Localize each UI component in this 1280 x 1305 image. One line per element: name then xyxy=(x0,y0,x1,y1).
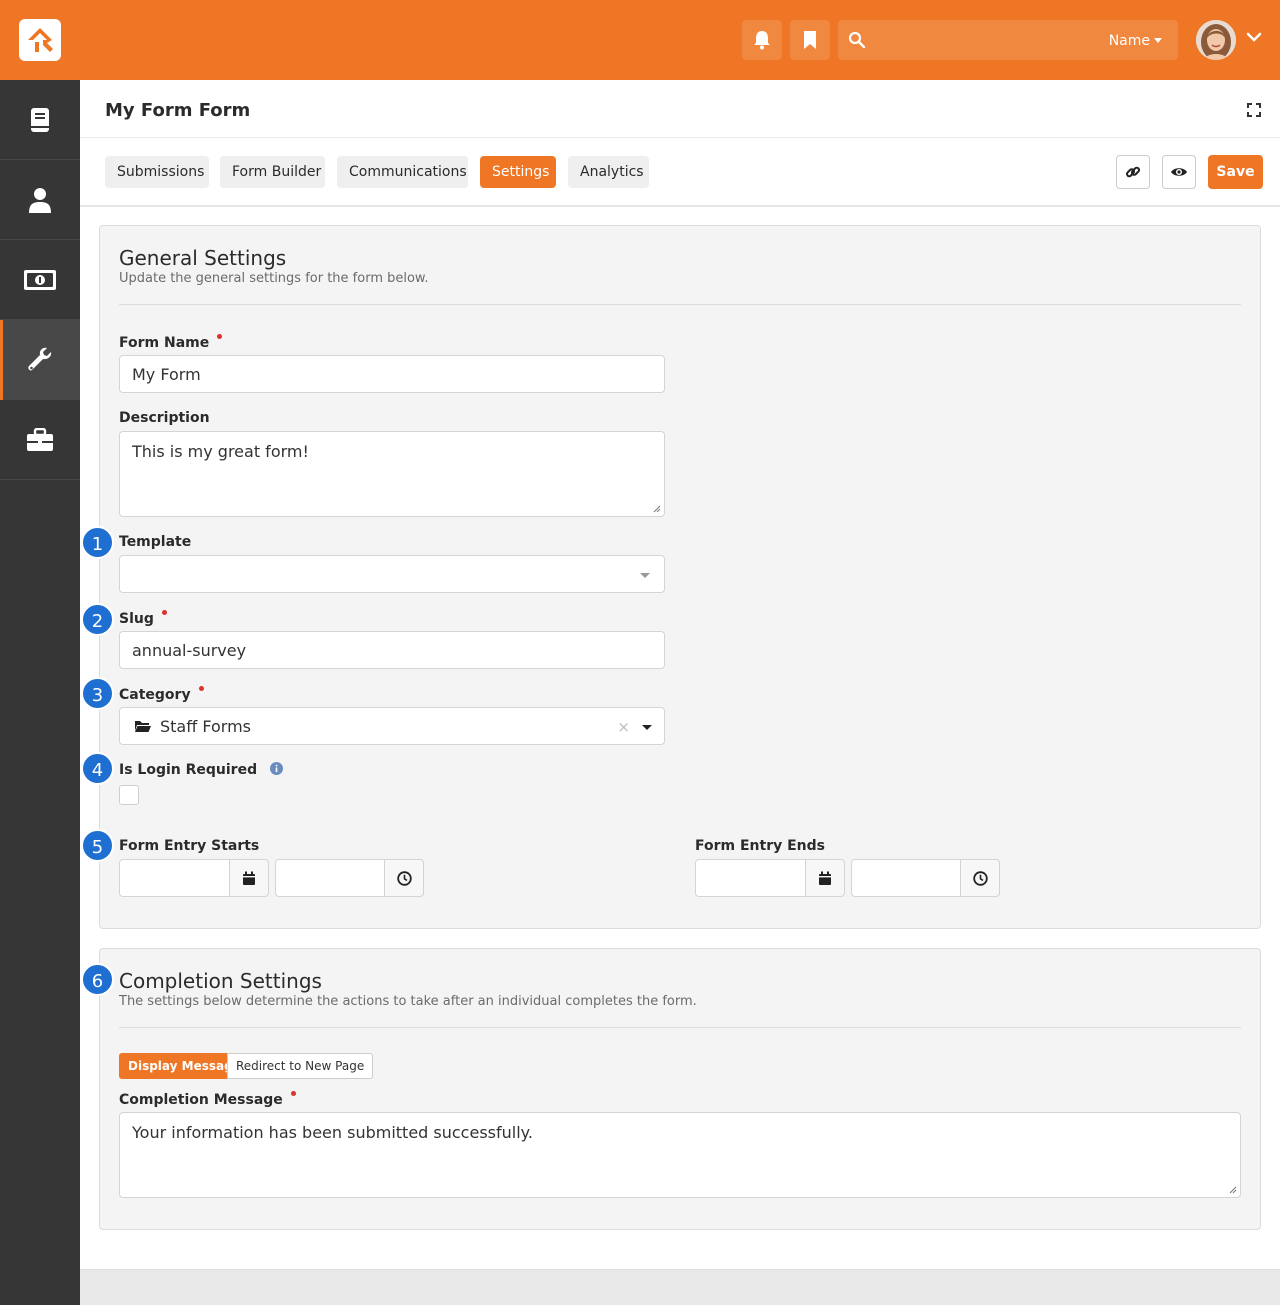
link-icon xyxy=(1125,166,1141,178)
entry-starts-date-input[interactable] xyxy=(119,859,230,897)
completion-message-label: Completion Message xyxy=(119,1091,296,1108)
person-icon xyxy=(29,187,51,213)
step-badge: 6 xyxy=(81,963,114,996)
clear-icon[interactable]: × xyxy=(617,718,630,736)
completion-settings-subtitle: The settings below determine the actions… xyxy=(119,994,697,1009)
general-settings-panel: General Settings Update the general sett… xyxy=(99,225,1261,929)
general-settings-title: General Settings xyxy=(119,246,287,270)
rock-logo-icon[interactable] xyxy=(19,19,61,61)
template-label: Template xyxy=(119,534,192,550)
required-indicator xyxy=(217,334,223,339)
calendar-icon xyxy=(243,871,255,885)
sidebar-item-admin-tools[interactable] xyxy=(0,320,80,400)
tab-analytics[interactable]: Analytics xyxy=(568,156,649,188)
sidebar-item-people[interactable] xyxy=(0,160,80,240)
form-entry-starts-label: Form Entry Starts xyxy=(119,838,260,854)
required-indicator xyxy=(198,686,204,691)
tab-submissions[interactable]: Submissions xyxy=(105,156,209,188)
slug-input[interactable]: annual-survey xyxy=(119,631,665,669)
entry-ends-time-input[interactable] xyxy=(851,859,961,897)
sidebar-item-finance[interactable] xyxy=(0,240,80,320)
tab-communications[interactable]: Communications xyxy=(337,156,468,188)
divider xyxy=(119,1027,1241,1028)
tab-form-builder[interactable]: Form Builder xyxy=(220,156,325,188)
book-icon xyxy=(31,107,49,132)
caret-down-icon xyxy=(642,725,652,730)
step-badge: 5 xyxy=(81,829,114,862)
preview-button[interactable] xyxy=(1162,155,1196,189)
info-icon[interactable] xyxy=(269,762,283,775)
category-selected-value: Staff Forms xyxy=(160,716,251,736)
copy-link-button[interactable] xyxy=(1116,155,1150,189)
wrench-icon xyxy=(28,347,52,371)
required-indicator xyxy=(290,1091,296,1096)
completion-message-textarea[interactable]: Your information has been submitted succ… xyxy=(119,1112,1241,1198)
resize-handle-icon[interactable] xyxy=(1229,1186,1237,1194)
search-user-dropdown[interactable]: Name xyxy=(1109,33,1162,49)
step-badge: 2 xyxy=(81,603,114,636)
entry-ends-date-input[interactable] xyxy=(695,859,806,897)
chevron-down-icon[interactable] xyxy=(1246,32,1262,44)
tab-settings[interactable]: Settings xyxy=(480,156,556,188)
search-icon xyxy=(848,31,866,49)
template-select[interactable] xyxy=(119,555,665,593)
slug-label: Slug xyxy=(119,610,167,627)
form-name-input[interactable]: My Form xyxy=(119,355,665,393)
clock-icon xyxy=(972,870,988,886)
category-label: Category xyxy=(119,686,204,703)
step-badge: 4 xyxy=(81,752,114,785)
divider xyxy=(80,137,1280,138)
divider xyxy=(80,205,1280,207)
login-required-label: Is Login Required xyxy=(119,762,283,778)
save-button[interactable]: Save xyxy=(1208,155,1263,189)
login-required-checkbox[interactable] xyxy=(119,785,139,805)
page-title: My Form Form xyxy=(105,100,251,121)
clock-button[interactable] xyxy=(960,859,1000,897)
step-badge: 1 xyxy=(81,526,114,559)
general-settings-subtitle: Update the general settings for the form… xyxy=(119,271,429,286)
description-textarea[interactable]: This is my great form! xyxy=(119,431,665,517)
description-label: Description xyxy=(119,410,210,426)
clock-button[interactable] xyxy=(384,859,424,897)
calendar-button[interactable] xyxy=(805,859,845,897)
redirect-new-page-toggle[interactable]: Redirect to New Page xyxy=(227,1053,374,1079)
calendar-icon xyxy=(819,871,831,885)
fullscreen-icon[interactable] xyxy=(1247,103,1261,117)
money-icon xyxy=(24,269,56,290)
clock-icon xyxy=(396,870,412,886)
main-panel: My Form Form Submissions Form Builder Co… xyxy=(80,80,1280,1270)
sidebar-item-jobs[interactable] xyxy=(0,400,80,480)
entry-starts-time-input[interactable] xyxy=(275,859,385,897)
search-input[interactable]: Name xyxy=(838,20,1178,60)
briefcase-icon xyxy=(27,427,53,451)
folder-open-icon xyxy=(135,721,151,732)
category-picker[interactable]: Staff Forms × xyxy=(119,707,665,745)
form-entry-ends-label: Form Entry Ends xyxy=(695,838,825,854)
form-name-label: Form Name xyxy=(119,334,223,351)
step-badge: 3 xyxy=(81,677,114,710)
bookmark-icon[interactable] xyxy=(790,20,830,60)
bell-icon[interactable] xyxy=(742,20,782,60)
sidebar-item-book[interactable] xyxy=(0,80,80,160)
completion-settings-panel: Completion Settings The settings below d… xyxy=(99,948,1261,1230)
required-indicator xyxy=(161,610,167,615)
description-text: This is my great form! xyxy=(132,442,309,461)
completion-message-text: Your information has been submitted succ… xyxy=(132,1123,533,1142)
divider xyxy=(119,304,1241,305)
eye-icon xyxy=(1171,168,1187,176)
resize-handle-icon[interactable] xyxy=(653,505,661,513)
top-bar: Name xyxy=(0,0,1280,80)
avatar[interactable] xyxy=(1196,20,1236,60)
completion-settings-title: Completion Settings xyxy=(119,969,322,993)
calendar-button[interactable] xyxy=(229,859,269,897)
sidebar xyxy=(0,80,80,1305)
caret-down-icon xyxy=(640,573,650,578)
